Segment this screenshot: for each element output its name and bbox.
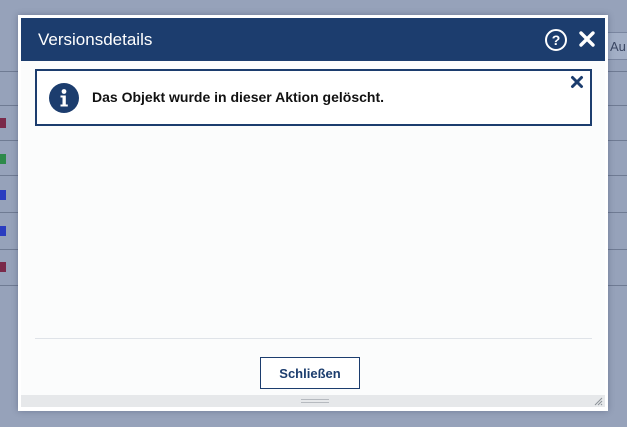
row-color-marker	[0, 190, 6, 200]
background-button: Au	[605, 32, 627, 60]
footer-divider	[35, 338, 592, 339]
info-icon	[49, 83, 79, 113]
resize-handle-icon[interactable]	[593, 396, 603, 406]
message-close-icon[interactable]	[570, 75, 584, 89]
help-icon[interactable]: ?	[545, 29, 567, 51]
dialog-title: Versionsdetails	[38, 30, 153, 49]
row-color-marker	[0, 154, 6, 164]
info-message: Das Objekt wurde in dieser Aktion gelösc…	[35, 69, 592, 126]
close-icon[interactable]	[577, 29, 597, 49]
message-text: Das Objekt wurde in dieser Aktion gelösc…	[92, 89, 384, 105]
close-icon	[571, 76, 583, 88]
close-icon-glyph	[579, 31, 595, 47]
row-color-marker	[0, 226, 6, 236]
drag-grip-icon[interactable]	[301, 399, 329, 403]
dialog-footer	[21, 395, 605, 407]
dialog-titlebar[interactable]: Versionsdetails ?	[21, 18, 605, 61]
close-button[interactable]: Schließen	[260, 357, 360, 389]
version-details-dialog: Versionsdetails ? Das Objekt wurde in di…	[18, 15, 608, 411]
dialog-content: Das Objekt wurde in dieser Aktion gelösc…	[21, 61, 605, 404]
row-color-marker	[0, 262, 6, 272]
background-button-label: Au	[610, 39, 626, 54]
row-color-marker	[0, 118, 6, 128]
